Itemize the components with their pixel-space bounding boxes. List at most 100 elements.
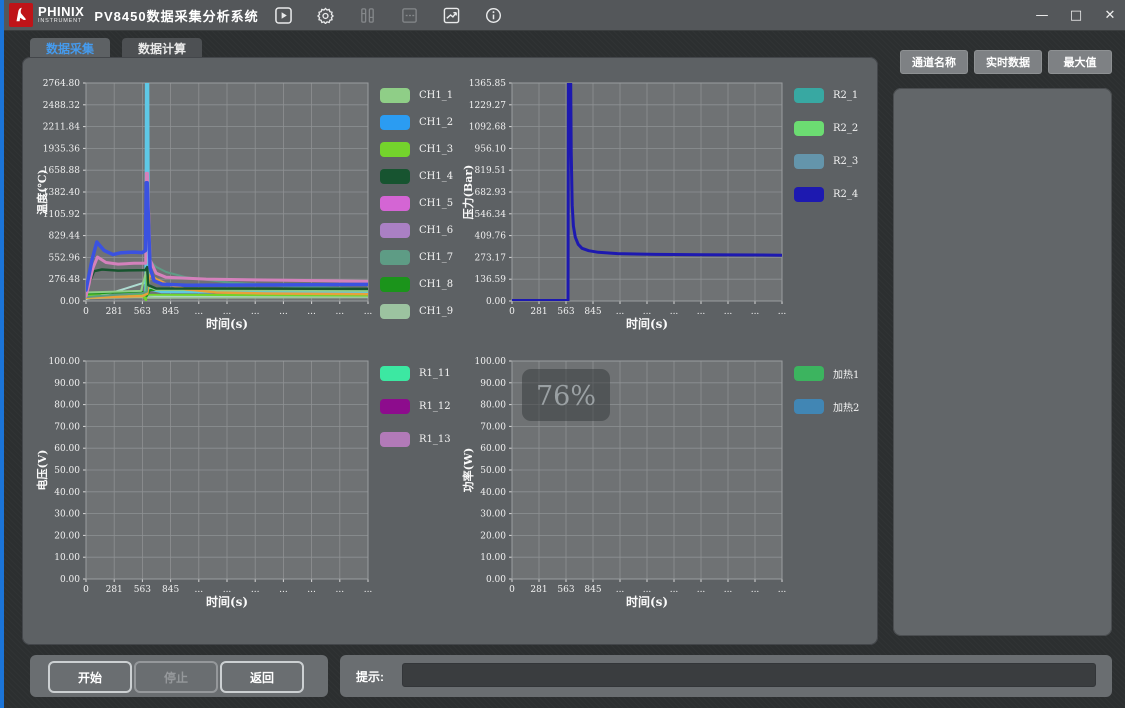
hint-label: 提示: (356, 668, 384, 685)
legend-label: CH1_8 (419, 279, 453, 290)
svg-text:...: ... (223, 585, 232, 595)
svg-text:100.00: 100.00 (49, 357, 81, 367)
legend-swatch (380, 432, 410, 447)
hint-input[interactable] (402, 663, 1096, 687)
legend-item: CH1_5 (380, 196, 453, 211)
svg-text:273.17: 273.17 (475, 253, 507, 263)
tab-data-acquisition[interactable]: 数据采集 (30, 38, 110, 58)
svg-text:10.00: 10.00 (480, 553, 506, 563)
realtime-data-button[interactable]: 实时数据 (974, 50, 1042, 74)
legend-swatch (380, 399, 410, 414)
svg-text:2488.32: 2488.32 (43, 101, 80, 111)
svg-text:819.51: 819.51 (475, 166, 507, 176)
legend-item: 加热1 (794, 366, 859, 381)
channel-name-button[interactable]: 通道名称 (900, 50, 968, 74)
valve-control-icon (359, 6, 377, 24)
svg-text:...: ... (778, 307, 787, 317)
svg-text:546.34: 546.34 (475, 210, 507, 220)
svg-text:...: ... (307, 585, 316, 595)
svg-text:70.00: 70.00 (480, 422, 506, 432)
svg-text:281: 281 (106, 307, 123, 317)
svg-text:时间(s): 时间(s) (626, 316, 668, 331)
svg-text:956.10: 956.10 (475, 144, 507, 154)
legend-item: R2_4 (794, 187, 858, 202)
legend-label: CH1_9 (419, 306, 453, 317)
charts-panel: 0281563845.....................0.00276.4… (22, 57, 878, 645)
svg-text:...: ... (364, 585, 373, 595)
svg-text:...: ... (778, 585, 787, 595)
svg-text:...: ... (697, 585, 706, 595)
legend-swatch (380, 196, 410, 211)
svg-text:...: ... (279, 307, 288, 317)
svg-text:40.00: 40.00 (54, 488, 80, 498)
svg-text:409.76: 409.76 (475, 232, 507, 242)
svg-text:563: 563 (134, 307, 151, 317)
legend-item: CH1_2 (380, 115, 453, 130)
svg-text:...: ... (751, 307, 760, 317)
svg-text:20.00: 20.00 (54, 531, 80, 541)
legend-item: CH1_7 (380, 250, 453, 265)
svg-text:845: 845 (162, 307, 179, 317)
app-title: PV8450数据采集分析系统 (94, 6, 258, 25)
brand-text: PHINIX INSTRUMENT (38, 5, 84, 25)
minimize-button[interactable]: — (1033, 8, 1051, 23)
svg-text:1935.36: 1935.36 (43, 144, 80, 154)
svg-text:50.00: 50.00 (54, 466, 80, 476)
voltage-legend: R1_11R1_12R1_13 (380, 366, 451, 447)
svg-text:2764.80: 2764.80 (43, 79, 80, 89)
legend-label: 加热1 (833, 366, 859, 381)
svg-text:...: ... (616, 307, 625, 317)
svg-text:...: ... (643, 585, 652, 595)
svg-text:682.93: 682.93 (475, 188, 507, 198)
svg-text:1229.27: 1229.27 (469, 101, 506, 111)
svg-text:30.00: 30.00 (480, 510, 506, 520)
svg-text:...: ... (336, 307, 345, 317)
legend-label: R2_2 (833, 123, 858, 134)
control-button-panel: 开始 停止 返回 (30, 655, 328, 697)
svg-text:...: ... (670, 585, 679, 595)
channel-data-panel (893, 88, 1112, 636)
legend-label: CH1_4 (419, 171, 453, 182)
pressure-chart: 0281563845.....................0.00136.5… (460, 75, 788, 340)
svg-text:压力(Bar): 压力(Bar) (461, 165, 475, 220)
run-icon[interactable] (275, 6, 293, 24)
max-value-button[interactable]: 最大值 (1048, 50, 1112, 74)
svg-text:845: 845 (162, 585, 179, 595)
legend-swatch (380, 366, 410, 381)
svg-text:0.00: 0.00 (486, 575, 506, 585)
maximize-button[interactable]: □ (1067, 8, 1085, 23)
back-button[interactable]: 返回 (220, 661, 304, 693)
svg-text:...: ... (251, 585, 260, 595)
svg-text:1092.68: 1092.68 (469, 123, 506, 133)
legend-swatch (380, 142, 410, 157)
svg-text:829.44: 829.44 (49, 232, 81, 242)
svg-text:60.00: 60.00 (54, 444, 80, 454)
legend-item: R2_3 (794, 154, 858, 169)
svg-text:电压(V): 电压(V) (35, 450, 49, 491)
legend-swatch (380, 304, 410, 319)
svg-text:281: 281 (530, 307, 547, 317)
window-controls: — □ ✕ (1033, 0, 1119, 30)
svg-text:...: ... (697, 307, 706, 317)
svg-text:90.00: 90.00 (54, 379, 80, 389)
trend-chart-icon[interactable] (443, 6, 461, 24)
svg-text:276.48: 276.48 (49, 275, 81, 285)
svg-text:0.00: 0.00 (60, 297, 80, 307)
info-icon[interactable] (485, 6, 503, 24)
svg-text:时间(s): 时间(s) (626, 594, 668, 609)
svg-text:2211.84: 2211.84 (43, 123, 80, 133)
legend-item: R1_11 (380, 366, 451, 381)
window-accent-border (0, 0, 4, 708)
legend-swatch (380, 169, 410, 184)
legend-swatch (380, 277, 410, 292)
tab-data-calculation[interactable]: 数据计算 (122, 38, 202, 58)
svg-text:20.00: 20.00 (480, 531, 506, 541)
power-chart: 0281563845.....................0.0010.00… (460, 353, 788, 618)
svg-text:时间(s): 时间(s) (206, 594, 248, 609)
start-button[interactable]: 开始 (48, 661, 132, 693)
svg-text:功率(W): 功率(W) (461, 448, 475, 493)
close-button[interactable]: ✕ (1101, 8, 1119, 23)
svg-text:...: ... (670, 307, 679, 317)
legend-item: CH1_1 (380, 88, 453, 103)
settings-gear-icon[interactable] (317, 6, 335, 24)
